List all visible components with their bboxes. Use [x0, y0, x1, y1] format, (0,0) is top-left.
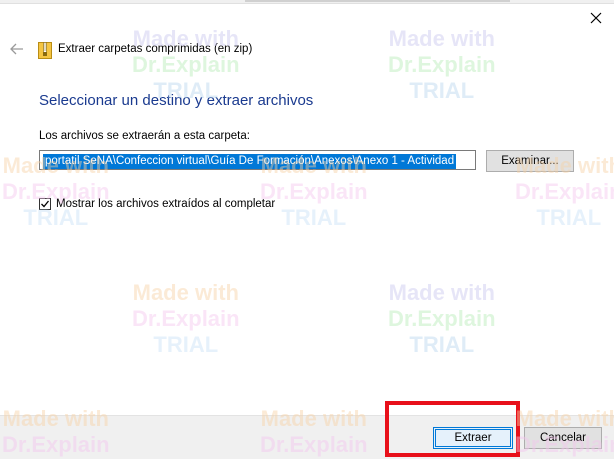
- watermark-line: Made with: [388, 26, 495, 51]
- watermark-line: Dr.Explain: [388, 52, 496, 77]
- window-top-edge: [0, 0, 614, 4]
- destination-path-value: portatil SeNA\Confeccion virtual\Guía De…: [43, 154, 457, 169]
- back-button[interactable]: [8, 40, 26, 58]
- show-files-label: Mostrar los archivos extraídos al comple…: [56, 198, 276, 210]
- watermark-line: TRIAL: [409, 78, 475, 103]
- watermark-line: TRIAL: [536, 205, 602, 230]
- show-files-checkbox[interactable]: [39, 198, 51, 210]
- zip-folder-icon: [38, 42, 52, 59]
- watermark: Made with Dr.Explain TRIAL: [388, 26, 496, 104]
- watermark-line: TRIAL: [409, 332, 475, 357]
- browse-button[interactable]: Examinar...: [486, 150, 574, 172]
- dialog-footer: [0, 415, 614, 459]
- watermark-line: Dr.Explain: [515, 179, 614, 204]
- close-icon: [590, 12, 602, 24]
- watermark: Made with Dr.Explain TRIAL: [388, 280, 496, 358]
- checkmark-icon: [41, 200, 50, 208]
- watermark-line: TRIAL: [153, 332, 219, 357]
- watermark-line: Dr.Explain: [132, 52, 240, 77]
- window-title: Extraer carpetas comprimidas (en zip): [58, 43, 253, 55]
- watermark-line: TRIAL: [281, 205, 347, 230]
- watermark-line: Dr.Explain: [132, 306, 240, 331]
- destination-label: Los archivos se extraerán a esta carpeta…: [39, 130, 250, 142]
- back-arrow-icon: [10, 43, 23, 55]
- watermark-line: Made with: [132, 280, 239, 305]
- cancel-button[interactable]: Cancelar: [524, 427, 602, 449]
- watermark: Made with Dr.Explain TRIAL: [132, 280, 240, 358]
- watermark-line: Made with: [388, 280, 495, 305]
- watermark-line: Dr.Explain: [388, 306, 496, 331]
- show-files-option[interactable]: Mostrar los archivos extraídos al comple…: [39, 198, 275, 210]
- highlight-annotation: [385, 401, 520, 457]
- destination-path-input[interactable]: portatil SeNA\Confeccion virtual\Guía De…: [39, 150, 476, 170]
- page-heading: Seleccionar un destino y extraer archivo…: [39, 92, 314, 109]
- close-button[interactable]: [586, 8, 606, 28]
- watermark-line: Dr.Explain: [260, 179, 368, 204]
